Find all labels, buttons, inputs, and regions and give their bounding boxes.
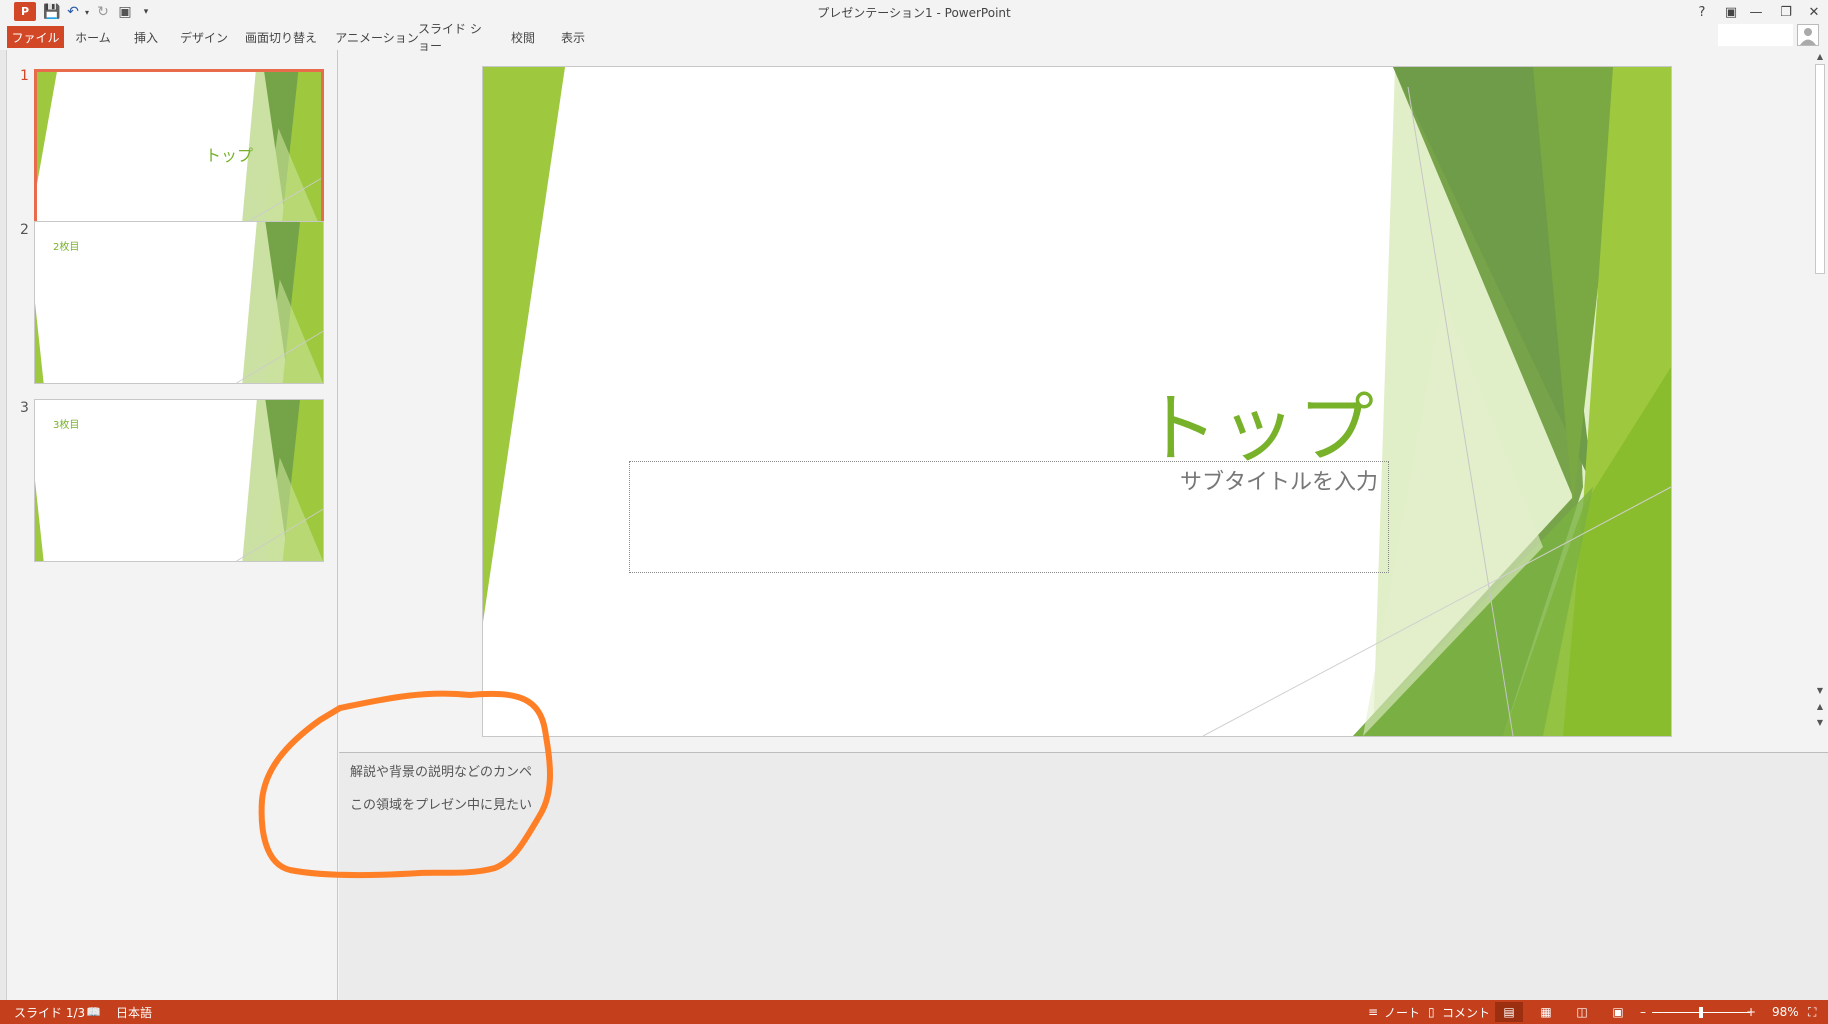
slide-indicator: スライド 1/3 [14,1005,86,1020]
slide-background-art [483,67,1671,736]
reading-view-icon[interactable]: ◫ [1568,1002,1596,1022]
sign-in-area[interactable] [1718,24,1793,46]
slide-sorter-view-icon[interactable]: ▦ [1532,1002,1560,1022]
zoom-slider-thumb[interactable] [1699,1007,1703,1018]
zoom-out-icon[interactable]: – [1640,1004,1646,1020]
normal-view-icon[interactable]: ▤ [1495,1002,1523,1022]
window-title: プレゼンテーション1 - PowerPoint [817,6,1011,20]
notes-toggle-icon[interactable]: ≡ [1368,1004,1378,1020]
spellcheck-icon[interactable]: 📖 [86,1004,101,1020]
notes-pane[interactable]: 解説や背景の説明などのカンペ この領域をプレゼン中に見たい [339,752,1828,1000]
tab-file[interactable]: ファイル [7,26,64,48]
restore-icon[interactable]: ❐ [1772,1,1800,23]
fit-slide-icon[interactable]: ⛶ [1808,1004,1816,1020]
slide-thumbnail-1[interactable]: トップ [34,69,324,232]
notes-toggle-label[interactable]: ノート [1384,1004,1420,1020]
comments-label[interactable]: コメント [1442,1004,1490,1020]
zoom-percent[interactable]: 98% [1772,1004,1799,1020]
tab-view[interactable]: 表示 [556,26,590,48]
user-avatar-icon[interactable] [1797,24,1819,46]
notes-line-2: この領域をプレゼン中に見たい [350,798,533,813]
thumbnail-2-title: 2枚目 [53,242,80,253]
scroll-down-arrow-icon[interactable]: ▼ [1815,686,1825,695]
ribbon-display-options-icon[interactable]: ▣ [1717,1,1745,23]
title-bar: P 💾 ↶ ▾ ↻ ▣ ▾ プレゼンテーション1 - PowerPoint ? … [0,0,1828,24]
minimize-icon[interactable]: — [1742,1,1770,23]
tab-transitions[interactable]: 画面切り替え [241,26,321,48]
tab-review[interactable]: 校閲 [506,26,540,48]
tab-animations[interactable]: アニメーション [330,26,424,48]
thumbnail-1-title: トップ [204,146,253,165]
left-edge-strip [0,50,7,1000]
slide-canvas[interactable]: トップ サブタイトルを入力 [482,66,1672,737]
tab-design[interactable]: デザイン [176,26,232,48]
tab-slide-show[interactable]: スライド ショー [418,22,490,53]
slide-scrollbar[interactable]: ▲ ▼ ▲ ▼ [1812,50,1828,730]
subtitle-placeholder-text: サブタイトルを入力 [1179,470,1378,495]
previous-slide-icon[interactable]: ▲ [1815,702,1825,711]
next-slide-icon[interactable]: ▼ [1815,718,1825,727]
thumbnail-number-3: 3 [20,400,29,416]
thumbnail-number-2: 2 [20,222,29,238]
language-indicator[interactable]: 日本語 [116,1004,152,1020]
notes-line-1: 解説や背景の説明などのカンペ [350,765,533,780]
status-bar: スライド 1/3 📖 日本語 ≡ ノート ▯ コメント ▤ ▦ ◫ ▣ – + … [0,1000,1828,1024]
subtitle-placeholder[interactable]: サブタイトルを入力 [629,461,1389,573]
comments-icon[interactable]: ▯ [1428,1004,1435,1020]
help-icon[interactable]: ? [1688,1,1716,23]
tab-home[interactable]: ホーム [70,26,116,48]
tab-insert[interactable]: 挿入 [125,26,167,48]
scrollbar-thumb[interactable] [1815,64,1825,274]
ribbon-tabs: ファイル ホーム 挿入 デザイン 画面切り替え アニメーション スライド ショー… [0,22,1828,53]
slide-thumbnails-pane: 1 トップ 2 2枚目 3 3枚目 [7,50,338,1000]
slide-thumbnail-3[interactable]: 3枚目 [34,399,324,562]
thumbnail-3-title: 3枚目 [53,420,80,431]
zoom-in-icon[interactable]: + [1746,1004,1756,1020]
thumbnail-1-background [37,72,321,229]
powerpoint-window: P 💾 ↶ ▾ ↻ ▣ ▾ プレゼンテーション1 - PowerPoint ? … [0,0,1828,1024]
slide-thumbnail-2[interactable]: 2枚目 [34,221,324,384]
thumbnail-number-1: 1 [20,68,29,84]
scroll-up-arrow-icon[interactable]: ▲ [1815,52,1825,61]
close-icon[interactable]: ✕ [1800,1,1828,23]
slide-show-view-icon[interactable]: ▣ [1604,1002,1632,1022]
